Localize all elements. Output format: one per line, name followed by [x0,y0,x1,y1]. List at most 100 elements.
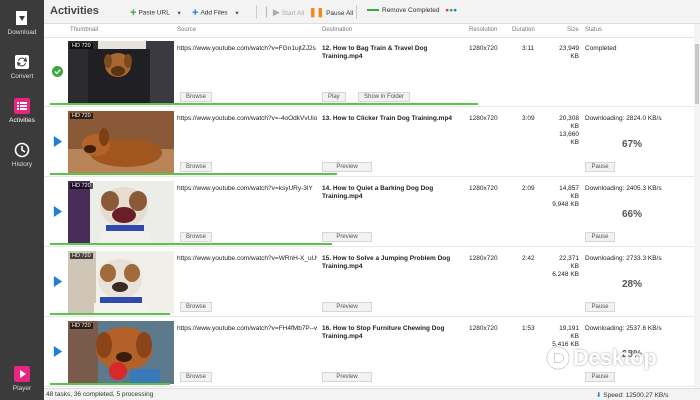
duration: 2:09 [522,185,535,192]
browse-button[interactable]: Browse [180,162,213,172]
progress-percent: 28% [622,279,643,290]
browse-button[interactable]: Browse [180,232,213,242]
play-icon[interactable] [52,206,63,217]
pause-button[interactable]: Pause [585,162,615,172]
size-downloaded: 9,948 KB [552,201,579,208]
table-row[interactable]: HD 720 https://www.youtube.com/watch?v=F… [44,38,694,107]
remove-icon [367,9,379,12]
sidebar-item-label: Download [7,29,37,36]
sidebar-item-label: Convert [10,73,34,80]
paste-url-button[interactable]: + Paste URL ▾ [130,7,181,19]
progress-percent: 66% [622,209,643,220]
thumbnail: HD 720 [68,321,174,384]
page-title: Activities [50,5,99,17]
sidebar-item-player[interactable]: Player [0,362,44,400]
thumbnail: HD 720 [68,111,174,174]
resolution: 1280x720 [469,325,498,332]
resolution: 1280x720 [469,115,498,122]
status-text: Downloading: 2537.6 KB/s [585,325,662,332]
start-all-label: Start All [281,10,305,17]
source-url[interactable]: https://www.youtube.com/watch?v=WRnH-X_u… [177,255,317,262]
completed-check-icon [52,66,63,77]
remove-completed-button[interactable]: Remove Completed ●●● [367,7,457,14]
resolution: 1280x720 [469,45,498,52]
column-size: Size [567,27,579,33]
play-icon[interactable] [52,136,63,147]
pause-button[interactable]: Pause [585,302,615,312]
toolbar-divider [356,5,357,19]
resolution: 1280x720 [469,255,498,262]
sidebar-item-label: Activities [9,117,35,124]
pause-icon: ❚❚ [309,7,325,17]
column-status: Status [585,27,603,33]
download-icon [16,11,27,25]
status-dots-icon[interactable]: ●●● [445,7,457,14]
watermark-icon [545,345,571,371]
preview-button[interactable]: Preview [322,372,372,382]
start-icon: ▏▶ [266,7,280,17]
status-bar: 48 tasks, 36 completed, 5 processing ⬇ S… [44,388,700,400]
add-files-label: Add Files [200,9,228,17]
thumbnail-image [68,41,174,104]
scrollbar[interactable] [694,24,700,388]
pause-button[interactable]: Pause [585,372,615,382]
start-all-button[interactable]: ▏▶ Start All [266,7,304,18]
size-total: 22,371 KB [559,255,579,270]
duration: 3:11 [522,45,535,52]
preview-button[interactable]: Preview [322,232,372,242]
quality-badge: HD 720 [70,183,93,189]
status-text: Downloading: 2405.3 KB/s [585,185,662,192]
quality-badge: HD 720 [70,323,93,329]
sidebar: Download Convert Activities History Play… [0,0,44,400]
play-icon[interactable] [52,276,63,287]
source-url[interactable]: https://www.youtube.com/watch?v=-4oOdkVv… [177,115,317,122]
browse-button[interactable]: Browse [180,302,213,312]
source-url[interactable]: https://www.youtube.com/watch?v=FGn1ujtZ… [177,45,317,52]
progress-bar [50,383,170,385]
browse-button[interactable]: Browse [180,92,213,102]
sidebar-item-activities[interactable]: Activities [0,92,44,136]
convert-icon [15,55,29,69]
file-size: 23,949 KB [549,45,579,61]
add-files-button[interactable]: + Add Files ▾ [192,7,239,19]
pause-button[interactable]: Pause [585,232,615,242]
column-destination: Destination [322,27,353,33]
quality-badge: HD 720 [70,113,93,119]
pause-all-button[interactable]: ❚❚ Pause All [309,7,353,18]
column-duration: Duration [512,27,535,33]
browse-button[interactable]: Browse [180,372,213,382]
chevron-down-icon[interactable]: ▾ [177,10,180,17]
destination-filename: 15. How to Solve a Jumping Problem Dog T… [322,255,451,270]
size-total: 20,308 KB [559,115,579,130]
speed-label: Speed: 12500.27 KB/s [603,392,669,399]
sidebar-item-download[interactable]: Download [0,4,44,48]
quality-badge: HD 720 [70,43,93,49]
chevron-down-icon[interactable]: ▾ [235,10,238,17]
progress-bar [50,103,478,105]
source-url[interactable]: https://www.youtube.com/watch?v=ksyURy-3… [177,185,317,192]
sidebar-item-label: Player [12,385,32,392]
sidebar-item-convert[interactable]: Convert [0,48,44,92]
activities-icon [14,98,30,114]
scrollbar-thumb[interactable] [695,44,699,104]
table-row[interactable]: HD 720 https://www.youtube.com/watch?v=W… [44,248,694,317]
progress-percent: 67% [622,139,643,150]
sidebar-item-history[interactable]: History [0,136,44,180]
show-in-folder-button[interactable]: Show in Folder [358,92,411,102]
play-button[interactable]: Play [322,92,346,102]
watermark-text: Desktop [573,345,657,370]
file-size: 22,371 KB 6,248 KB [549,255,579,279]
source-url[interactable]: https://www.youtube.com/watch?v=FH4fMb7P… [177,325,317,332]
preview-button[interactable]: Preview [322,302,372,312]
remove-completed-label: Remove Completed [382,7,440,14]
preview-button[interactable]: Preview [322,162,372,172]
table-row[interactable]: HD 720 https://www.youtube.com/watch?v=k… [44,178,694,247]
table-row[interactable]: HD 720 https://www.youtube.com/watch?v=-… [44,108,694,177]
size-total: 19,191 KB [559,325,579,340]
status-text: Completed [585,45,617,52]
plus-icon: + [130,7,137,19]
size-total: 14,857 KB [559,185,579,200]
play-icon[interactable] [52,346,63,357]
size-downloaded: 6,248 KB [552,271,579,278]
thumbnail-image [68,251,174,314]
